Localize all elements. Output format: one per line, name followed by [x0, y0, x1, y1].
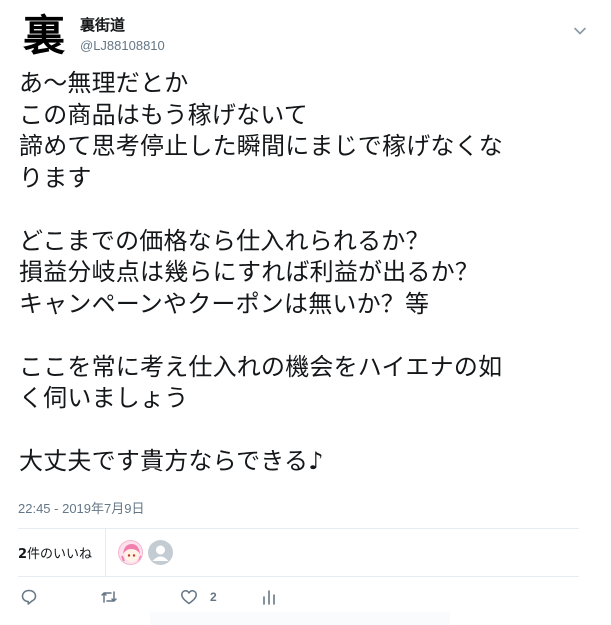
divider: [105, 528, 106, 576]
like-button[interactable]: 2: [180, 586, 217, 608]
likes-label: 件のいいね: [27, 547, 93, 562]
chevron-down-icon[interactable]: [573, 24, 587, 38]
retweet-button[interactable]: [100, 586, 118, 608]
tweet-header: 裏 裏街道 @LJ88108810: [18, 6, 593, 60]
scroll-shadow: [150, 612, 450, 625]
author-name[interactable]: 裏街道: [80, 14, 125, 35]
tweet-card: 裏 裏街道 @LJ88108810 あ〜無理だとか この商品はもう稼げないて 諦…: [0, 0, 611, 625]
retweet-icon: [101, 591, 117, 603]
likes-summary[interactable]: 2件のいいね: [18, 543, 92, 562]
liker-avatar[interactable]: [148, 540, 173, 565]
like-count: 2: [210, 590, 217, 604]
tweet-timestamp[interactable]: 22:45 - 2019年7月9日: [18, 498, 144, 517]
avatar[interactable]: 裏: [18, 6, 70, 60]
tweet-text: あ〜無理だとか この商品はもう稼げないて 諦めて思考停止した瞬間にまじで稼げなく…: [19, 69, 503, 475]
reply-icon: [21, 589, 37, 605]
reply-button[interactable]: [20, 586, 38, 608]
liker-avatar[interactable]: [118, 540, 143, 565]
anime-avatar-icon: [121, 544, 142, 562]
author-handle[interactable]: @LJ88108810: [80, 38, 165, 53]
default-user-icon: [152, 545, 169, 561]
bar-chart-icon: [263, 590, 275, 605]
likes-count: 2: [18, 547, 28, 562]
heart-icon: [181, 590, 197, 605]
divider: [18, 528, 579, 529]
action-bar: 2: [18, 586, 579, 610]
analytics-button[interactable]: [260, 586, 278, 608]
divider: [18, 576, 579, 577]
